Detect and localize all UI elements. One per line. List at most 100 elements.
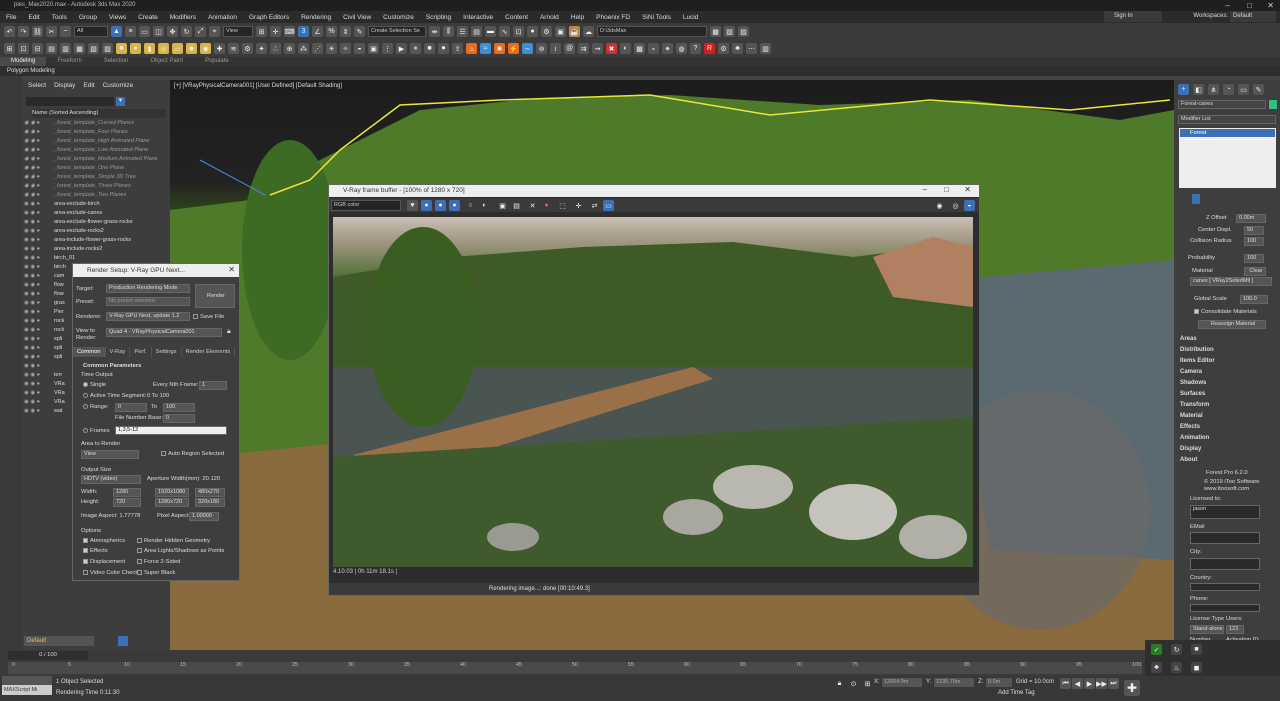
- country-field[interactable]: [1190, 583, 1260, 591]
- phoenix-sim-icon[interactable]: ⚡: [508, 43, 519, 54]
- area-to-render-dropdown[interactable]: View: [81, 450, 139, 459]
- visibility-icon[interactable]: ◉ ◉ ●: [24, 308, 54, 317]
- visibility-icon[interactable]: ◉ ◉ ●: [24, 317, 54, 326]
- section-animation[interactable]: Animation: [1180, 435, 1209, 441]
- scene-row[interactable]: ◉ ◉ ● area-exclude-canes: [24, 209, 166, 218]
- render-button[interactable]: Render: [195, 284, 235, 308]
- vray-r-icon[interactable]: R: [704, 43, 715, 54]
- visibility-icon[interactable]: ◉ ◉ ●: [24, 407, 54, 416]
- consolidate-checkbox[interactable]: [1194, 309, 1199, 314]
- record-icon[interactable]: ⏺: [438, 43, 449, 54]
- layer-dropdown[interactable]: Default: [24, 636, 94, 646]
- box-icon[interactable]: ■: [116, 43, 127, 54]
- force-2sided-checkbox[interactable]: [137, 559, 142, 564]
- vray-settings-icon[interactable]: ⚙: [718, 43, 729, 54]
- visibility-icon[interactable]: ◉ ◉ ●: [24, 182, 54, 191]
- visibility-icon[interactable]: ◉ ◉ ●: [24, 119, 54, 128]
- active-segment-radio[interactable]: [83, 393, 88, 398]
- vfb-title[interactable]: V-Ray frame buffer - [100% of 1280 x 720…: [329, 185, 979, 197]
- scene-row[interactable]: ◉ ◉ ● area-exclude-flower-grass-rocks: [24, 218, 166, 227]
- bind-space-warp-icon[interactable]: ~: [60, 26, 71, 37]
- users-field[interactable]: 123: [1226, 625, 1244, 634]
- licensed-to-field[interactable]: jason: [1190, 505, 1260, 519]
- z-coordinate-field[interactable]: 0.0m: [986, 678, 1012, 687]
- visibility-icon[interactable]: ◉ ◉ ●: [24, 398, 54, 407]
- mirror-icon[interactable]: ⇹: [429, 26, 440, 37]
- go-to-end-icon[interactable]: ⏭: [1108, 678, 1119, 689]
- vfb-channel-dropdown[interactable]: RGB color: [331, 200, 401, 211]
- scene-row[interactable]: ◉ ◉ ● _forest_template_Four Planes: [24, 128, 166, 137]
- menu-graph-editors[interactable]: Graph Editors: [243, 14, 295, 21]
- vray-proxy-icon[interactable]: ▣: [368, 43, 379, 54]
- maximize-icon[interactable]: □: [1247, 0, 1252, 11]
- schematic-view-icon[interactable]: ⊡: [513, 26, 524, 37]
- spinner-snap-icon[interactable]: ⇕: [340, 26, 351, 37]
- tool-b-icon[interactable]: ⊡: [18, 43, 29, 54]
- scene-search-input[interactable]: [26, 97, 114, 106]
- tab-vray[interactable]: V-Ray: [106, 347, 131, 357]
- pin-stack-icon[interactable]: [1192, 194, 1200, 204]
- array-icon[interactable]: ⁂: [298, 43, 309, 54]
- scene-row[interactable]: ◉ ◉ ● _forest_template_High Animated Plan…: [24, 137, 166, 146]
- select-manipulate-icon[interactable]: ✛: [270, 26, 281, 37]
- move-icon[interactable]: ✥: [167, 26, 178, 37]
- system-icon[interactable]: ⚙: [242, 43, 253, 54]
- visibility-icon[interactable]: ◉ ◉ ●: [24, 209, 54, 218]
- license-type-field[interactable]: Stand-alone: [1190, 625, 1224, 634]
- cylinder-icon[interactable]: ▮: [144, 43, 155, 54]
- email-field[interactable]: [1190, 532, 1260, 544]
- phoenix-wind-icon[interactable]: ≀: [550, 43, 561, 54]
- ref-coord-dropdown[interactable]: View: [223, 26, 253, 37]
- tool-c-icon[interactable]: ⊟: [32, 43, 43, 54]
- single-radio[interactable]: [83, 382, 88, 387]
- scene-menu-select[interactable]: Select: [28, 82, 46, 89]
- ribbon-tab-object-paint[interactable]: Object Paint: [139, 57, 194, 66]
- place-icon[interactable]: ⌖: [209, 26, 220, 37]
- tab-common[interactable]: Common: [73, 347, 106, 357]
- menu-phoenix-fd[interactable]: Phoenix FD: [590, 14, 636, 21]
- light-icon[interactable]: ✹: [186, 43, 197, 54]
- range-radio[interactable]: [83, 404, 88, 409]
- renderer-dropdown[interactable]: V-Ray GPU Next, update 1.2: [106, 312, 190, 321]
- nav-stop-icon[interactable]: ◼: [1191, 662, 1202, 673]
- nav-sync-icon[interactable]: ↻: [1171, 644, 1182, 655]
- scene-row[interactable]: ◉ ◉ ● area-exclude-rocks2: [24, 227, 166, 236]
- section-distribution[interactable]: Distribution: [1180, 347, 1214, 353]
- lock-selection-icon[interactable]: 🔒︎: [834, 678, 845, 689]
- menu-animation[interactable]: Animation: [202, 14, 243, 21]
- visibility-icon[interactable]: ◉ ◉ ●: [24, 299, 54, 308]
- project-path-dropdown[interactable]: D:\3dsMax: [597, 26, 707, 37]
- nav-check-icon[interactable]: ✓: [1151, 644, 1162, 655]
- visibility-icon[interactable]: ◉ ◉ ●: [24, 344, 54, 353]
- section-areas[interactable]: Areas: [1180, 336, 1197, 342]
- preset-320x180-button[interactable]: 320x180: [195, 498, 225, 507]
- save-project-icon[interactable]: ▨: [738, 26, 749, 37]
- range-from-field[interactable]: 0: [115, 403, 147, 412]
- key-mode-icon[interactable]: ✚: [1124, 680, 1140, 696]
- vfb-load-icon[interactable]: ▤: [511, 200, 522, 211]
- menu-civil-view[interactable]: Civil View: [337, 14, 377, 21]
- vfb-maximize-icon[interactable]: □: [944, 185, 949, 194]
- add-time-tag[interactable]: Add Time Tag: [998, 690, 1035, 696]
- prev-frame-icon[interactable]: ◀: [1072, 678, 1083, 689]
- section-about[interactable]: About: [1180, 457, 1197, 463]
- vfb-region-icon[interactable]: ⬚: [557, 200, 568, 211]
- visibility-icon[interactable]: ◉ ◉ ●: [24, 362, 54, 371]
- preset-1280x720-button[interactable]: 1280x720: [155, 498, 189, 507]
- scene-row[interactable]: ◉ ◉ ● area-include-rocks2: [24, 245, 166, 254]
- phoenix-ocean-icon[interactable]: ∼: [522, 43, 533, 54]
- time-slider[interactable]: 0 / 100: [8, 651, 88, 660]
- stop-icon[interactable]: ■: [424, 43, 435, 54]
- range-to-field[interactable]: 100: [163, 403, 195, 412]
- render-setup-title[interactable]: Render Setup: V-Ray GPU Next...: [73, 264, 239, 277]
- ribbon-tab-modeling[interactable]: Modeling: [0, 57, 47, 66]
- modifier-list-dropdown[interactable]: Modifier List: [1178, 115, 1276, 124]
- visibility-icon[interactable]: ◉ ◉ ●: [24, 218, 54, 227]
- minimize-icon[interactable]: –: [1226, 0, 1230, 11]
- section-display[interactable]: Display: [1180, 446, 1201, 452]
- menu-scripting[interactable]: Scripting: [420, 14, 457, 21]
- visibility-icon[interactable]: ◉ ◉ ●: [24, 227, 54, 236]
- sign-in-button[interactable]: Sign In: [1104, 11, 1162, 22]
- absolute-mode-icon[interactable]: ⊞: [862, 678, 873, 689]
- vray-sun-icon[interactable]: ☀: [326, 43, 337, 54]
